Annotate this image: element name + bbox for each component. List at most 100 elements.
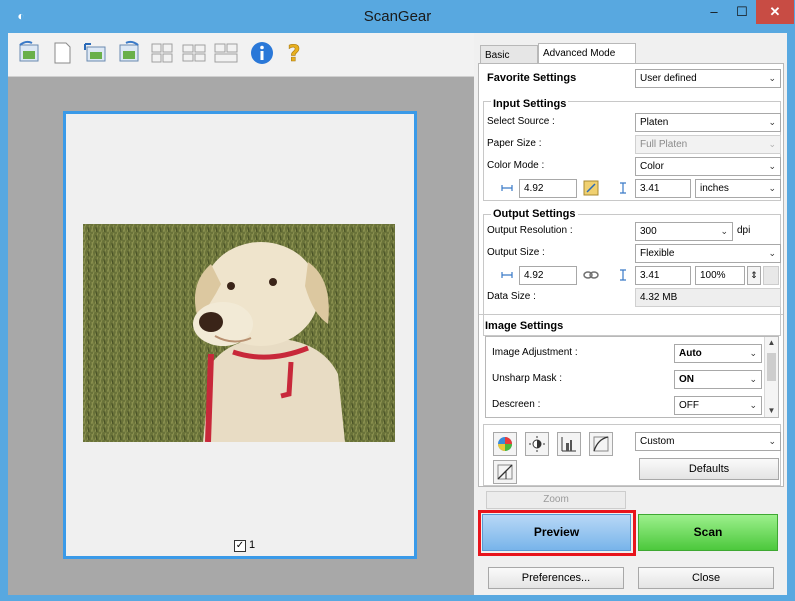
- data-size-value: 4.32 MB: [635, 288, 781, 307]
- image-settings-scrollbar[interactable]: ▲ ▼: [764, 337, 778, 417]
- scangear-window: ◐ ScanGear – ☐ ✕ ? ✓ 1 Basic Advanced Mo…: [0, 0, 795, 601]
- scale-field[interactable]: 100%: [695, 266, 745, 285]
- unsharp-mask-label: Unsharp Mask :: [492, 373, 563, 384]
- select-source-dropdown[interactable]: Platen ⌄: [635, 113, 781, 132]
- saturation-balance-icon[interactable]: [493, 432, 517, 456]
- height-icon: [617, 269, 629, 281]
- settings-panel: Basic Mode Advanced Mode Favorite Settin…: [474, 33, 787, 595]
- scroll-up-icon[interactable]: ▲: [765, 337, 778, 349]
- thumbnail-view-icon[interactable]: [180, 39, 208, 67]
- aspect-ratio-icon[interactable]: [583, 180, 599, 196]
- favorite-settings-dropdown[interactable]: User defined ⌄: [635, 69, 781, 88]
- paper-size-label: Paper Size :: [487, 138, 542, 149]
- crop-grid-icon[interactable]: [148, 39, 176, 67]
- output-width-field[interactable]: 4.92: [519, 266, 577, 285]
- descreen-dropdown[interactable]: OFF ⌄: [674, 396, 762, 415]
- output-resolution-value: 300: [640, 226, 657, 237]
- chevron-down-icon: ⌄: [768, 183, 776, 193]
- info-icon[interactable]: [248, 39, 276, 67]
- scroll-down-icon[interactable]: ▼: [765, 405, 778, 417]
- image-adjustment-dropdown[interactable]: Auto ⌄: [674, 344, 762, 363]
- unsharp-mask-dropdown[interactable]: ON ⌄: [674, 370, 762, 389]
- output-resolution-label: Output Resolution :: [487, 225, 573, 236]
- title-bar: ◐ ScanGear – ☐ ✕: [0, 0, 795, 33]
- output-size-value: Flexible: [640, 248, 675, 259]
- chevron-down-icon: ⌄: [768, 161, 776, 171]
- unit-value: inches: [700, 183, 729, 194]
- advanced-mode-content: Favorite Settings User defined ⌄ Input S…: [478, 63, 784, 487]
- preview-area[interactable]: ✓ 1: [8, 77, 474, 595]
- image-adjustment-value: Auto: [679, 348, 702, 359]
- resolution-unit: dpi: [737, 225, 751, 236]
- unit-dropdown[interactable]: inches ⌄: [695, 179, 781, 198]
- tab-basic-mode[interactable]: Basic Mode: [480, 45, 538, 80]
- link-icon[interactable]: [583, 269, 599, 281]
- output-settings-heading: Output Settings: [491, 208, 578, 220]
- color-mode-label: Color Mode :: [487, 160, 545, 171]
- image-settings-heading: Image Settings: [485, 320, 564, 332]
- preview-image-dog: [83, 224, 395, 442]
- rotate-left-icon[interactable]: [16, 39, 44, 67]
- help-icon[interactable]: ?: [280, 39, 308, 67]
- divider: [479, 314, 783, 315]
- width-icon: [501, 182, 513, 194]
- chevron-down-icon: ⌄: [768, 117, 776, 127]
- image-adjustment-label: Image Adjustment :: [492, 347, 578, 358]
- chevron-down-icon: ⌄: [768, 436, 776, 446]
- preview-toolbar: ?: [8, 33, 474, 77]
- output-resolution-dropdown[interactable]: 300 ⌄: [635, 222, 733, 241]
- favorite-settings-label: Favorite Settings: [487, 72, 577, 84]
- unsharp-mask-value: ON: [679, 374, 694, 385]
- close-window-button[interactable]: ✕: [756, 0, 794, 24]
- new-page-icon[interactable]: [48, 39, 76, 67]
- scale-stepper[interactable]: ⇕: [747, 266, 761, 285]
- chevron-down-icon: ⌄: [768, 139, 776, 149]
- window-title: ScanGear: [363, 8, 432, 25]
- defaults-button[interactable]: Defaults: [639, 458, 779, 480]
- page-checkbox[interactable]: ✓: [234, 540, 246, 552]
- input-settings-heading: Input Settings: [491, 98, 569, 110]
- favorite-settings-value: User defined: [640, 73, 697, 84]
- input-height-field[interactable]: 3.41: [635, 179, 691, 198]
- histogram-icon[interactable]: [557, 432, 581, 456]
- width-icon: [501, 269, 513, 281]
- paper-size-dropdown: Full Platen ⌄: [635, 135, 781, 154]
- page-number: 1: [249, 539, 256, 551]
- zoom-button: Zoom: [486, 491, 626, 509]
- color-mode-value: Color: [640, 161, 664, 172]
- adjustment-preset-value: Custom: [640, 436, 675, 447]
- output-size-label: Output Size :: [487, 247, 545, 258]
- color-mode-dropdown[interactable]: Color ⌄: [635, 157, 781, 176]
- select-source-label: Select Source :: [487, 116, 555, 127]
- scroll-thumb[interactable]: [767, 353, 776, 381]
- svg-text:?: ?: [288, 42, 301, 67]
- chevron-down-icon: ⌄: [749, 400, 757, 410]
- threshold-icon[interactable]: [493, 460, 517, 484]
- rotate-right-icon[interactable]: [114, 39, 142, 67]
- image-settings-list[interactable]: Image Adjustment : Auto ⌄ Unsharp Mask :…: [485, 336, 779, 418]
- minimize-button[interactable]: –: [700, 0, 728, 24]
- adjustment-preset-dropdown[interactable]: Custom ⌄: [635, 432, 781, 451]
- chevron-down-icon: ⌄: [768, 73, 776, 83]
- brightness-contrast-icon[interactable]: [525, 432, 549, 456]
- maximize-button[interactable]: ☐: [728, 0, 756, 24]
- chevron-down-icon: ⌄: [768, 248, 776, 258]
- tab-advanced-mode[interactable]: Advanced Mode: [538, 43, 636, 64]
- output-height-field[interactable]: 3.41: [635, 266, 691, 285]
- data-size-label: Data Size :: [487, 291, 536, 302]
- output-size-dropdown[interactable]: Flexible ⌄: [635, 244, 781, 263]
- height-icon: [617, 182, 629, 194]
- input-width-field[interactable]: 4.92: [519, 179, 577, 198]
- tone-curve-icon[interactable]: [589, 432, 613, 456]
- select-source-value: Platen: [640, 117, 669, 128]
- close-button[interactable]: Close: [638, 567, 774, 589]
- multi-crop-icon[interactable]: [212, 39, 240, 67]
- chevron-down-icon: ⌄: [720, 226, 728, 236]
- scan-page-frame[interactable]: ✓ 1: [63, 111, 417, 559]
- descreen-label: Descreen :: [492, 399, 541, 410]
- preview-highlight-box: [478, 510, 636, 556]
- chevron-down-icon: ⌄: [749, 348, 757, 358]
- auto-crop-icon[interactable]: [82, 39, 110, 67]
- preferences-button[interactable]: Preferences...: [488, 567, 624, 589]
- scan-button[interactable]: Scan: [638, 514, 778, 551]
